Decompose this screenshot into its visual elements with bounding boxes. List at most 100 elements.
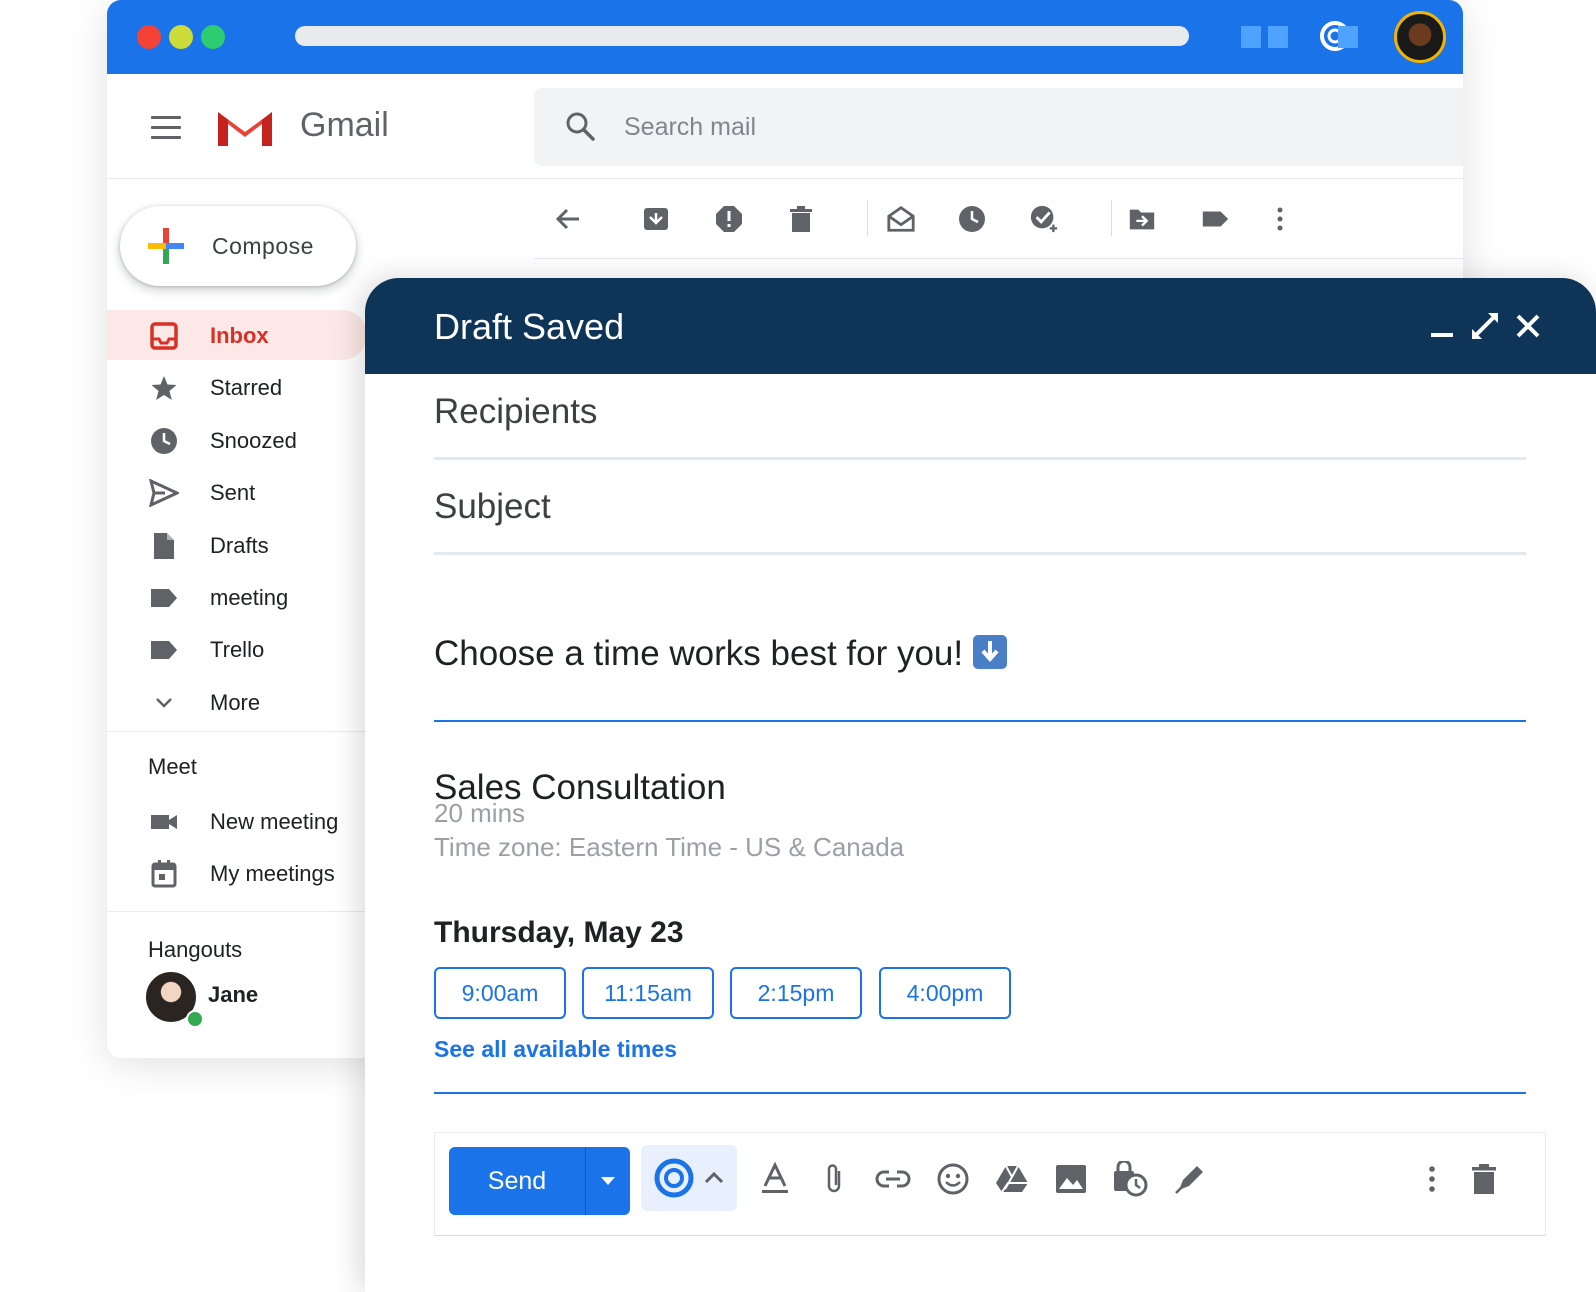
sidebar-item-new-meeting[interactable]: New meeting [107,796,367,846]
maximize-window-dot[interactable] [201,25,225,49]
sidebar-item-more[interactable]: More [107,677,367,727]
clock-icon [149,426,179,456]
sidebar-item-my-meetings[interactable]: My meetings [107,848,367,898]
insert-link-icon[interactable] [875,1161,911,1197]
time-slot-button[interactable]: 4:00pm [879,967,1011,1019]
add-task-icon[interactable] [1029,204,1059,234]
user-avatar[interactable] [1394,11,1446,63]
contact-name[interactable]: Jane [208,982,258,1008]
sidebar-item-starred[interactable]: Starred [107,362,367,412]
down-arrow-emoji-icon [973,635,1008,669]
see-all-times-link[interactable]: See all available times [434,1036,677,1063]
sidebar-item-label: Sent [210,480,256,505]
header-divider [107,178,1463,179]
back-arrow-icon[interactable] [553,204,583,234]
address-bar[interactable] [295,26,1189,46]
time-slot-button[interactable]: 2:15pm [730,967,862,1019]
confidential-mode-icon[interactable] [1112,1161,1148,1197]
calendar-icon [149,859,179,889]
label-icon [149,583,179,613]
calendly-icon [654,1158,693,1198]
sidebar-item-snoozed[interactable]: Snoozed [107,415,367,465]
online-status-dot [186,1010,204,1028]
send-button[interactable]: Send [449,1147,585,1215]
meet-section-title: Meet [148,754,197,779]
chevron-down-icon [149,688,179,718]
subject-field[interactable]: Subject [434,487,1526,527]
sidebar-divider [107,731,367,732]
event-timezone: Time zone: Eastern Time - US & Canada [434,832,905,862]
google-drive-icon[interactable] [994,1161,1030,1197]
report-spam-icon[interactable] [714,204,744,234]
delete-icon[interactable] [786,204,816,234]
toolbar-divider [534,258,1463,259]
compose-label: Compose [212,233,314,259]
label-icon[interactable] [1200,204,1230,234]
move-to-icon[interactable] [1127,204,1157,234]
sidebar-item-inbox[interactable]: Inbox [107,310,367,360]
message-body[interactable]: Choose a time works best for you! [434,634,1008,674]
mark-unread-icon[interactable] [886,204,916,234]
sidebar-item-label: Drafts [210,533,269,558]
minimize-icon[interactable] [1426,310,1458,342]
more-vert-icon[interactable] [1265,204,1295,234]
inbox-icon [149,321,179,351]
sidebar-item-label: My meetings [210,861,335,886]
event-duration: 20 mins [434,798,526,828]
chevron-up-icon [704,1171,723,1184]
main-menu-icon[interactable] [151,116,181,146]
emoji-icon[interactable] [935,1161,971,1197]
sidebar-item-label: New meeting [210,809,339,834]
gmail-wordmark: Gmail [300,106,389,144]
recipients-field[interactable]: Recipients [434,392,1526,432]
field-divider [434,552,1526,555]
browser-titlebar [107,0,1463,74]
compose-toolbar: Send [434,1132,1546,1236]
close-window-dot[interactable] [137,25,161,49]
minimize-window-dot[interactable] [169,25,193,49]
sidebar-item-label: Trello [210,637,265,662]
archive-icon[interactable] [641,204,671,234]
close-icon[interactable] [1512,310,1544,342]
search-bar[interactable] [534,88,1463,166]
signature-pen-icon[interactable] [1172,1161,1208,1197]
extension-icon[interactable] [1241,26,1261,48]
sidebar-divider [107,911,367,912]
sidebar-item-drafts[interactable]: Drafts [107,520,367,570]
event-date: Thursday, May 23 [434,916,684,949]
sidebar-item-trello[interactable]: Trello [107,624,367,674]
toolbar-separator [1111,200,1112,236]
time-slot-button[interactable]: 11:15am [582,967,714,1019]
hangouts-section-title: Hangouts [148,937,243,962]
time-slot-button[interactable]: 9:00am [434,967,566,1019]
send-options-dropdown[interactable] [585,1147,630,1215]
caret-down-icon [601,1177,615,1185]
sidebar-item-label: Snoozed [210,428,297,453]
sidebar-item-sent[interactable]: Sent [107,467,367,517]
search-icon[interactable] [564,110,596,142]
discard-draft-icon[interactable] [1466,1161,1502,1197]
plus-icon [148,228,184,264]
extension-icon[interactable] [1268,26,1288,48]
attach-icon[interactable] [816,1161,852,1197]
field-divider [434,457,1526,460]
sidebar-item-meeting[interactable]: meeting [107,572,367,622]
compose-button[interactable]: Compose [120,206,356,286]
search-input[interactable] [624,110,1224,144]
sidebar-item-label: Starred [210,375,283,400]
text-format-icon[interactable] [757,1161,793,1197]
video-camera-icon [149,807,179,837]
extension-icon[interactable] [1338,26,1358,48]
insert-photo-icon[interactable] [1053,1161,1089,1197]
compose-header: Draft Saved [365,278,1596,374]
draft-file-icon [149,531,179,561]
sidebar-item-label: meeting [210,585,289,610]
sidebar-item-label: Inbox [210,323,269,348]
more-options-icon[interactable] [1414,1161,1450,1197]
expand-icon[interactable] [1469,310,1501,342]
snooze-clock-icon[interactable] [957,204,987,234]
event-divider-bottom [434,1092,1526,1094]
calendly-button[interactable] [641,1145,737,1211]
send-icon [149,478,179,508]
label-icon [149,635,179,665]
